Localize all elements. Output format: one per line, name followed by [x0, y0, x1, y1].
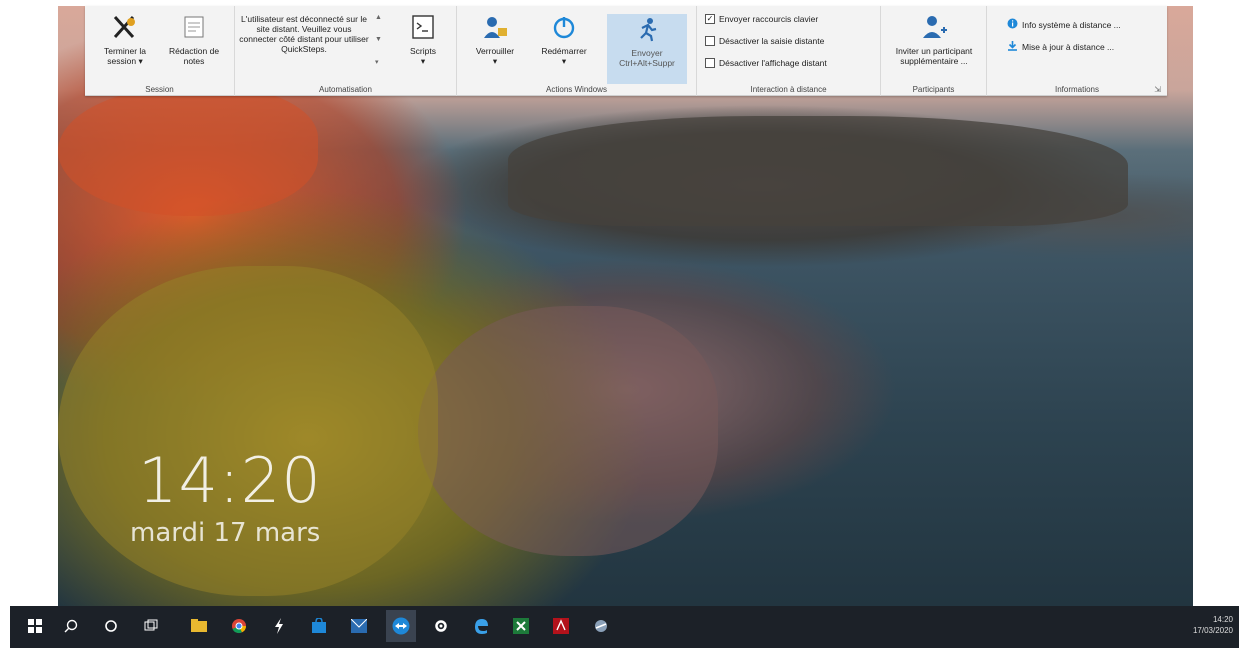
mail-icon[interactable] [348, 615, 370, 637]
cliff-rock [58, 86, 318, 216]
group-label-session: Session [145, 85, 174, 94]
taskbar: 14:20 17/03/2020 [10, 606, 1239, 648]
send-ctrl-alt-del-button[interactable]: Envoyer Ctrl+Alt+Suppr [607, 14, 687, 84]
group-label-remote-interaction: Interaction à distance [750, 85, 827, 94]
acrobat-icon[interactable] [550, 615, 572, 637]
dialog-launcher-icon[interactable]: ⇲ [1154, 85, 1161, 94]
tray-date: 17/03/2020 [1192, 626, 1233, 635]
notes-button[interactable]: Rédaction de notes [161, 14, 227, 66]
remote-update-label: Mise à jour à distance ... [1022, 41, 1115, 52]
lock-label: Verrouiller [475, 46, 515, 56]
network-icon[interactable] [590, 615, 612, 637]
scripts-icon [395, 14, 451, 42]
remote-update-link[interactable]: Mise à jour à distance ... [1007, 40, 1114, 53]
disable-display-label: Désactiver l'affichage distant [719, 58, 827, 68]
scroll-up-icon[interactable]: ▲ [375, 14, 382, 21]
group-participants: Inviter un participant supplémentaire ..… [881, 6, 987, 96]
teamviewer-ribbon: Terminer la session ▾ Rédaction de notes… [85, 6, 1167, 96]
app-icon[interactable] [268, 615, 290, 637]
group-label-windows-actions: Actions Windows [546, 85, 607, 94]
scripts-label: Scripts [410, 46, 436, 56]
expand-icon[interactable]: ▾ [375, 58, 379, 66]
add-user-icon [883, 14, 985, 42]
group-information: Info système à distance ... Mise à jour … [987, 6, 1167, 96]
cortana-icon[interactable] [100, 615, 122, 637]
restart-label: Redémarrer [541, 46, 587, 56]
invite-label: Inviter un participant supplémentaire ..… [895, 46, 973, 66]
notes-icon [161, 14, 227, 42]
tray-clock[interactable]: 14:20 17/03/2020 [1193, 614, 1233, 636]
scripts-button[interactable]: Scripts ▾ [395, 14, 451, 66]
chrome-icon[interactable] [228, 615, 250, 637]
group-automation: L'utilisateur est déconnecté sur le site… [235, 6, 457, 96]
disable-input-label: Désactiver la saisie distante [719, 36, 825, 46]
task-view-icon[interactable] [140, 615, 162, 637]
system-info-link[interactable]: Info système à distance ... [1007, 18, 1121, 31]
store-icon[interactable] [308, 615, 330, 637]
group-label-participants: Participants [912, 85, 955, 94]
teamviewer-icon[interactable] [386, 610, 416, 642]
end-session-icon [95, 14, 155, 42]
group-session: Terminer la session ▾ Rédaction de notes… [85, 6, 235, 96]
restart-button[interactable]: Redémarrer ▾ [531, 14, 597, 66]
edge-icon[interactable] [470, 615, 492, 637]
info-icon [1007, 18, 1018, 31]
checkbox-checked-icon: ✓ [705, 14, 715, 24]
remote-desktop-view[interactable]: 14:20 mardi 17 mars [58, 6, 1193, 606]
group-remote-interaction: ✓ Envoyer raccourcis clavier Désactiver … [697, 6, 881, 96]
end-session-button[interactable]: Terminer la session ▾ [95, 14, 155, 66]
download-icon [1007, 40, 1018, 53]
quicksteps-notice: L'utilisateur est déconnecté sur le site… [239, 14, 369, 54]
send-shortcuts-label: Envoyer raccourcis clavier [719, 14, 819, 24]
checkbox-empty-icon [705, 58, 715, 68]
excel-icon[interactable] [510, 615, 532, 637]
search-icon[interactable] [60, 615, 82, 637]
settings-icon[interactable] [430, 615, 452, 637]
disable-display-checkbox[interactable]: Désactiver l'affichage distant [705, 58, 827, 68]
restart-icon [531, 14, 597, 42]
send-label: Envoyer Ctrl+Alt+Suppr [619, 48, 675, 68]
invite-participant-button[interactable]: Inviter un participant supplémentaire ..… [883, 14, 985, 66]
lock-user-icon [463, 14, 527, 42]
system-info-label: Info système à distance ... [1022, 19, 1121, 30]
end-session-label: Terminer la session ▾ [103, 46, 147, 66]
cliff-rock [418, 306, 718, 556]
send-shortcuts-checkbox[interactable]: ✓ Envoyer raccourcis clavier [705, 14, 818, 24]
lock-button[interactable]: Verrouiller ▾ [463, 14, 527, 66]
scroll-down-icon[interactable]: ▼ [375, 36, 382, 43]
disable-input-checkbox[interactable]: Désactiver la saisie distante [705, 36, 824, 46]
tray-time: 14:20 [1212, 615, 1233, 624]
group-label-information: Informations [1054, 85, 1100, 94]
start-icon[interactable] [24, 615, 46, 637]
checkbox-empty-icon [705, 36, 715, 46]
group-windows-actions: Verrouiller ▾ Redémarrer ▾ Envoyer Ctrl+Al… [457, 6, 697, 96]
screenshot-frame: 14:20 mardi 17 mars Terminer la session … [0, 0, 1239, 654]
notes-label: Rédaction de notes [168, 46, 220, 66]
island-rock [508, 116, 1128, 226]
lockscreen-date: mardi 17 mars [130, 518, 321, 548]
group-label-automation: Automatisation [319, 85, 372, 94]
running-person-icon [607, 16, 687, 44]
lockscreen-clock: 14:20 [138, 444, 322, 517]
file-explorer-icon[interactable] [188, 615, 210, 637]
